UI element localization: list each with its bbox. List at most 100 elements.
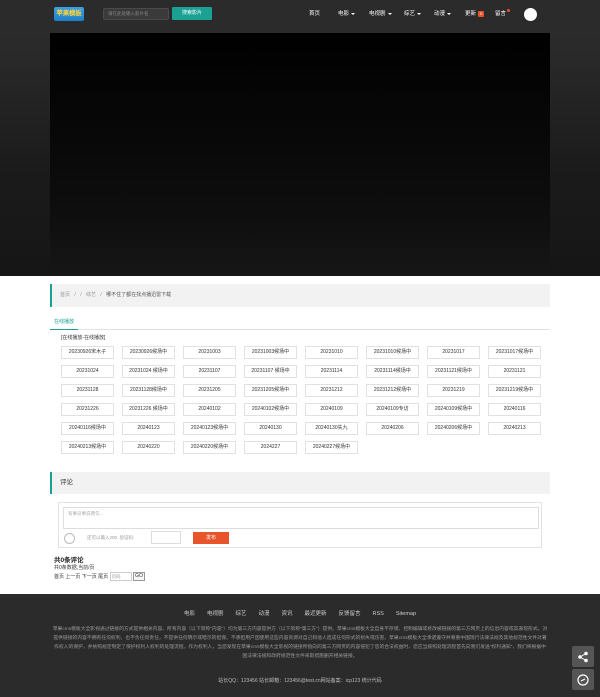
episode-button[interactable]: 20240213 bbox=[488, 422, 541, 435]
breadcrumb-home[interactable]: 首页 bbox=[60, 292, 70, 298]
nav-anime[interactable]: 动漫 bbox=[434, 9, 452, 19]
episode-button[interactable]: 20240220候场中 bbox=[183, 441, 236, 454]
nav-movie[interactable]: 电影 bbox=[338, 9, 356, 19]
episode-button[interactable]: 20231205 bbox=[183, 384, 236, 397]
episode-button[interactable]: 20231212候场中 bbox=[366, 384, 419, 397]
notification-dot bbox=[507, 9, 511, 12]
episode-button[interactable]: 20231219 bbox=[427, 384, 480, 397]
link-button[interactable] bbox=[572, 669, 594, 690]
episode-button[interactable]: 20231121 bbox=[488, 365, 541, 378]
emoji-icon[interactable] bbox=[64, 533, 75, 544]
episode-button[interactable]: 20231107 bbox=[183, 365, 236, 378]
nav-variety[interactable]: 综艺 bbox=[404, 9, 422, 19]
tab-online-play[interactable]: 在线播放 bbox=[50, 316, 78, 330]
episode-button[interactable]: 20231114 bbox=[305, 365, 358, 378]
nav-updates[interactable]: 更新 0 bbox=[465, 9, 485, 19]
episode-button[interactable]: 20231114候场中 bbox=[366, 365, 419, 378]
char-limit-hint: 还可以输入200 验证码: bbox=[87, 535, 135, 540]
nav-guestbook[interactable]: 留言 bbox=[495, 9, 511, 19]
nav-home[interactable]: 首页 bbox=[309, 9, 320, 19]
share-icon bbox=[578, 651, 588, 663]
episode-button[interactable]: 20231219候场中 bbox=[488, 384, 541, 397]
comment-form: 有事没事说两句... 还可以输入200 验证码: 发布 bbox=[58, 502, 542, 548]
episode-button[interactable]: 20231121候场中 bbox=[427, 365, 480, 378]
footer-link[interactable]: 电影 bbox=[184, 611, 195, 617]
episode-button[interactable]: 20231212 bbox=[305, 384, 358, 397]
footer-link[interactable]: 电视剧 bbox=[207, 611, 224, 617]
episode-button[interactable]: 20231017候场中 bbox=[488, 346, 541, 359]
breadcrumb: 首页 / / 综艺 / 哪不住了都在找点播迅雷下载 bbox=[50, 284, 550, 307]
episode-button[interactable]: 20240109专访 bbox=[366, 403, 419, 416]
nav-tv[interactable]: 电视剧 bbox=[369, 9, 392, 19]
search-input[interactable]: 请在此处输入影片名 bbox=[103, 8, 169, 20]
episode-button[interactable]: 20240123 bbox=[122, 422, 175, 435]
player-section bbox=[0, 30, 600, 276]
footer-link[interactable]: 反馈留言 bbox=[339, 611, 361, 617]
play-source-tabs: 在线播放 bbox=[50, 316, 550, 330]
episode-button[interactable]: 20231010候场中 bbox=[366, 346, 419, 359]
episode-button[interactable]: 20231226 bbox=[61, 403, 114, 416]
search-button[interactable]: 搜索影片 bbox=[172, 7, 212, 20]
episode-button[interactable]: 20240206 bbox=[366, 422, 419, 435]
episode-button[interactable]: 20240123候场中 bbox=[183, 422, 236, 435]
episode-button[interactable]: 20240130 bbox=[244, 422, 297, 435]
episode-button[interactable]: 20231024 bbox=[61, 365, 114, 378]
chevron-down-icon bbox=[417, 12, 422, 15]
share-button[interactable] bbox=[572, 646, 594, 667]
episode-button[interactable]: 20240220 bbox=[122, 441, 175, 454]
episode-button[interactable]: 20231205候场中 bbox=[244, 384, 297, 397]
episode-button[interactable]: 20230926宋木子 bbox=[61, 346, 114, 359]
episode-button[interactable]: 20240213候场中 bbox=[61, 441, 114, 454]
go-button[interactable]: GO bbox=[132, 572, 145, 581]
site-logo[interactable]: 苹果模板 bbox=[54, 7, 84, 21]
episode-button[interactable]: 20231017 bbox=[427, 346, 480, 359]
episode-button[interactable]: 20240130失九 bbox=[305, 422, 358, 435]
footer-disclaimer: 苹果cms模板大全影视通过链接的方式提供相关内容。所有内容（以下简称"内容"）均… bbox=[52, 627, 548, 659]
captcha-input[interactable] bbox=[151, 531, 181, 544]
footer-contact: 站长QQ：123456 站长邮箱：123456@test.cn网站备案：icp1… bbox=[218, 678, 382, 684]
footer-link[interactable]: 动漫 bbox=[258, 611, 269, 617]
episode-button[interactable]: 20231128候场中 bbox=[122, 384, 175, 397]
comment-count: 共0条评论 bbox=[54, 557, 84, 564]
episode-button[interactable]: 20240206候场中 bbox=[427, 422, 480, 435]
footer-link[interactable]: 资讯 bbox=[282, 611, 293, 617]
episode-button[interactable]: 2024227 bbox=[244, 441, 297, 454]
episode-button[interactable]: 20231003候场中 bbox=[244, 346, 297, 359]
episode-button[interactable]: 20231024 候场中 bbox=[122, 365, 175, 378]
episode-button[interactable]: 20240102 bbox=[183, 403, 236, 416]
footer-link[interactable]: Sitemap bbox=[396, 611, 416, 617]
episode-button[interactable]: 20231128 bbox=[61, 384, 114, 397]
publish-button[interactable]: 发布 bbox=[193, 532, 229, 544]
footer-link[interactable]: 最近更新 bbox=[305, 611, 327, 617]
breadcrumb-category[interactable]: 综艺 bbox=[86, 292, 96, 298]
episode-button[interactable]: 20240102候场中 bbox=[244, 403, 297, 416]
captcha-label: 验证码: bbox=[119, 535, 135, 540]
user-avatar[interactable] bbox=[524, 8, 537, 21]
comment-textarea[interactable]: 有事没事说两句... bbox=[63, 507, 539, 529]
chevron-down-icon bbox=[351, 12, 356, 15]
comments-heading: 评论 bbox=[50, 472, 550, 494]
episode-button[interactable]: 20230926候场中 bbox=[122, 346, 175, 359]
footer-links: 电影 电视剧 综艺 动漫 资讯 最近更新 反馈留言 RSS Sitemap bbox=[0, 609, 600, 617]
episode-button[interactable]: 20231107 候场中 bbox=[244, 365, 297, 378]
footer-link[interactable]: 综艺 bbox=[235, 611, 246, 617]
site-header: 苹果模板 请在此处输入影片名 搜索影片 首页 电影 电视剧 综艺 动漫 更新 0 … bbox=[0, 0, 600, 30]
episode-button[interactable]: 20231226 候场中 bbox=[122, 403, 175, 416]
episode-button[interactable]: 20231003 bbox=[183, 346, 236, 359]
page-number-input[interactable]: 页码 bbox=[109, 572, 132, 581]
episode-button[interactable]: 20240116 bbox=[488, 403, 541, 416]
episode-button[interactable]: 20240116候场中 bbox=[61, 422, 114, 435]
episode-button[interactable]: 20240227候场中 bbox=[305, 441, 358, 454]
episode-button[interactable]: 20240109 bbox=[305, 403, 358, 416]
pager-links[interactable]: 首页 上一页 下一页 尾页 bbox=[54, 574, 108, 580]
source-label: [在线播放-在线播放] bbox=[61, 335, 106, 341]
breadcrumb-separator: / bbox=[100, 292, 102, 298]
episode-button[interactable]: 20240109候场中 bbox=[427, 403, 480, 416]
breadcrumb-separator: / bbox=[80, 292, 82, 298]
episode-button[interactable]: 20231010 bbox=[305, 346, 358, 359]
video-player[interactable] bbox=[50, 33, 550, 276]
chevron-down-icon bbox=[387, 12, 392, 15]
link-icon bbox=[577, 674, 589, 686]
footer-link[interactable]: RSS bbox=[373, 611, 384, 617]
update-count-badge: 0 bbox=[478, 11, 485, 17]
